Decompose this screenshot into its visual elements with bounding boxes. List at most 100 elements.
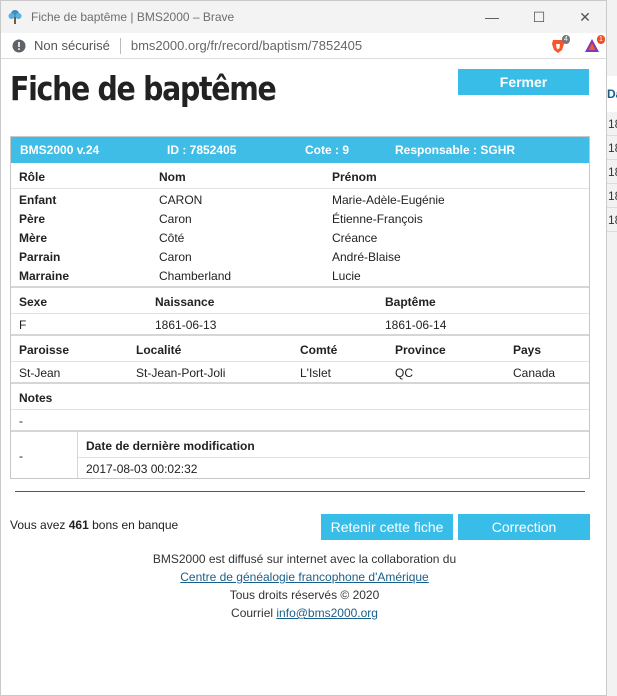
security-label[interactable]: Non sécurisé (34, 38, 110, 53)
sexe-header: Sexe (19, 295, 48, 309)
role-cell: Enfant (19, 193, 57, 207)
place-row: St-Jean St-Jean-Port-Joli L'Islet QC Can… (11, 362, 589, 382)
tree-icon (8, 10, 22, 24)
role-cell: Marraine (19, 269, 70, 283)
bapteme-header: Baptême (385, 295, 436, 309)
address-separator (119, 37, 121, 54)
role-cell: Parrain (19, 250, 61, 264)
province-header: Province (395, 343, 446, 357)
prenom-cell: Marie-Adèle-Eugénie (332, 193, 445, 207)
email-link[interactable]: info@bms2000.org (276, 606, 378, 620)
popup-window: Fiche de baptême | BMS2000 – Brave — ☐ ✕… (0, 0, 607, 696)
nom-cell: CARON (159, 193, 203, 207)
nom-cell: Caron (159, 250, 192, 264)
vitals-header-row: Sexe Naissance Baptême (11, 288, 589, 314)
url-text[interactable]: bms2000.org/fr/record/baptism/7852405 (131, 38, 362, 53)
table-row: Parrain Caron André-Blaise (11, 247, 589, 266)
role-cell: Mère (19, 231, 48, 245)
footer-divider (15, 491, 585, 492)
nom-header: Nom (159, 170, 186, 184)
warning-icon[interactable] (12, 39, 26, 53)
page-title: Fiche de baptême (10, 69, 277, 108)
email-prefix: Courriel (231, 606, 274, 620)
record-table: BMS2000 v.24 ID : 7852405 Cote : 9 Respo… (10, 136, 590, 479)
nom-cell: Chamberland (159, 269, 232, 283)
localite-header: Localité (136, 343, 182, 357)
naissance-value: 1861-06-13 (155, 318, 217, 332)
notes-header-row: Notes (11, 384, 589, 410)
sexe-value: F (19, 318, 27, 332)
notes-header: Notes (19, 391, 53, 405)
bapteme-value: 1861-06-14 (385, 318, 447, 332)
modification-left-value: - (19, 449, 23, 463)
notes-value: - (19, 414, 23, 428)
background-row: 18 (607, 208, 617, 232)
record-banner: BMS2000 v.24 ID : 7852405 Cote : 9 Respo… (11, 137, 589, 163)
background-row: 18 (607, 136, 617, 160)
comte-header: Comté (300, 343, 338, 357)
background-row: 18 (607, 160, 617, 184)
credits: BMS2000 est diffusé sur internet avec la… (1, 550, 606, 622)
credit-line: BMS2000 est diffusé sur internet avec la… (152, 552, 457, 566)
background-row: 18 (607, 184, 617, 208)
address-bar[interactable]: Non sécurisé bms2000.org/fr/record/bapti… (1, 33, 606, 59)
shield-count-badge: 4 (562, 35, 570, 44)
prenom-cell: Étienne-François (332, 212, 423, 226)
province-value: QC (395, 366, 413, 380)
table-row: Marraine Chamberland Lucie (11, 266, 589, 285)
notes-row: - (11, 410, 589, 430)
pays-value: Canada (513, 366, 556, 380)
role-cell: Père (19, 212, 46, 226)
role-header: Rôle (19, 170, 46, 184)
localite-value: St-Jean-Port-Joli (136, 366, 226, 380)
correction-button[interactable]: Correction (458, 514, 590, 540)
page-content: Fiche de baptême Fermer BMS2000 v.24 ID … (1, 60, 606, 695)
background-window: Da 18 18 18 18 18 (607, 0, 617, 696)
close-button[interactable]: Fermer (458, 69, 589, 95)
paroisse-header: Paroisse (19, 343, 70, 357)
version-label: BMS2000 v.24 (20, 143, 100, 157)
pays-header: Pays (513, 343, 542, 357)
modification-left-cell: - (11, 432, 78, 478)
rights-line: Tous droits réservés © 2020 (229, 588, 380, 602)
vitals-row: F 1861-06-13 1861-06-14 (11, 314, 589, 334)
minimize-button[interactable]: — (469, 1, 515, 33)
prenom-cell: Créance (332, 231, 378, 245)
place-header-row: Paroisse Localité Comté Province Pays (11, 336, 589, 362)
background-header: Da (607, 76, 617, 112)
bank-suffix: bons en banque (92, 518, 179, 532)
responsable-label: Responsable : SGHR (395, 143, 516, 157)
comte-value: L'Islet (300, 366, 331, 380)
vitals-section: Sexe Naissance Baptême F 1861-06-13 1861… (11, 286, 589, 334)
modification-section: - Date de dernière modification 2017-08-… (11, 430, 589, 478)
bank-prefix: Vous avez (10, 518, 66, 532)
nom-cell: Côté (159, 231, 185, 245)
table-row: Mère Côté Créance (11, 228, 589, 247)
prenom-header: Prénom (332, 170, 377, 184)
modification-value: 2017-08-03 00:02:32 (86, 462, 198, 476)
close-window-button[interactable]: ✕ (562, 1, 606, 33)
naissance-header: Naissance (155, 295, 215, 309)
nom-cell: Caron (159, 212, 192, 226)
rewards-count-badge: 1 (597, 35, 605, 44)
table-row: Enfant CARON Marie-Adèle-Eugénie (11, 190, 589, 209)
prenom-cell: Lucie (332, 269, 361, 283)
modification-header: Date de dernière modification (86, 439, 255, 453)
bank-balance: Vous avez 461 bons en banque (10, 518, 178, 532)
notes-section: Notes - (11, 382, 589, 430)
modification-value-cell: 2017-08-03 00:02:32 (78, 458, 589, 478)
cote-label: Cote : 9 (305, 143, 350, 157)
bank-count: 461 (68, 518, 89, 532)
table-row: Père Caron Étienne-François (11, 209, 589, 228)
people-section: Rôle Nom Prénom Enfant CARON Marie-Adèle… (11, 163, 589, 286)
prenom-cell: André-Blaise (332, 250, 401, 264)
maximize-button[interactable]: ☐ (516, 1, 562, 33)
record-id: ID : 7852405 (167, 143, 237, 157)
background-row: 18 (607, 112, 617, 136)
retain-record-button[interactable]: Retenir cette fiche (321, 514, 453, 540)
paroisse-value: St-Jean (19, 366, 61, 380)
partner-link[interactable]: Centre de généalogie francophone d'Améri… (180, 570, 428, 584)
people-header-row: Rôle Nom Prénom (11, 163, 589, 189)
title-bar[interactable]: Fiche de baptême | BMS2000 – Brave — ☐ ✕ (1, 1, 606, 33)
window-title: Fiche de baptême | BMS2000 – Brave (31, 10, 235, 24)
